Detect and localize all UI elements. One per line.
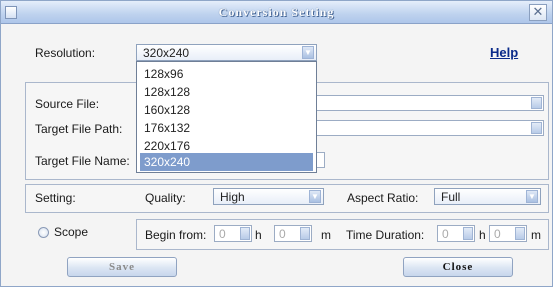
scope-radio[interactable] (38, 227, 49, 238)
window-title: Conversion Setting (218, 5, 335, 19)
begin-minutes-stepper[interactable]: 0 (274, 225, 312, 242)
aspect-ratio-select[interactable]: Full ▼ (434, 188, 541, 205)
duration-hours-value: 0 (442, 227, 449, 241)
browse-target-icon[interactable] (531, 122, 542, 134)
close-button[interactable]: Close (403, 257, 513, 277)
duration-minutes-value: 0 (494, 227, 501, 241)
resolution-option[interactable]: 128x128 (140, 83, 313, 101)
close-icon[interactable]: ✕ (529, 4, 547, 21)
resolution-option-selected[interactable]: 320x240 (140, 153, 313, 171)
title-bar[interactable]: Conversion Setting ✕ (1, 1, 552, 24)
source-file-label: Source File: (35, 97, 100, 111)
chevron-down-icon[interactable]: ▼ (526, 190, 538, 203)
begin-hours-stepper[interactable]: 0 (214, 225, 252, 242)
begin-minutes-value: 0 (279, 227, 286, 241)
duration-hours-stepper[interactable]: 0 (437, 225, 475, 242)
aspect-ratio-value: Full (441, 190, 461, 204)
duration-minutes-unit: m (531, 228, 541, 242)
resolution-select[interactable]: 320x240 ▼ (136, 44, 317, 61)
resolution-dropdown-list: 128x96 128x128 160x128 176x132 220x176 3… (136, 61, 317, 173)
duration-minutes-stepper[interactable]: 0 (489, 225, 527, 242)
quality-value: High (220, 190, 245, 204)
scope-label: Scope (54, 225, 89, 239)
setting-label: Setting: (35, 191, 76, 205)
begin-minutes-unit: m (321, 228, 331, 242)
begin-hours-unit: h (255, 228, 262, 242)
resolution-option[interactable]: 128x96 (140, 65, 313, 83)
duration-hours-unit: h (479, 228, 486, 242)
stepper-arrows-icon[interactable] (240, 227, 250, 240)
stepper-arrows-icon[interactable] (515, 227, 525, 240)
chevron-down-icon[interactable]: ▼ (309, 190, 321, 203)
target-name-label: Target File Name: (35, 154, 130, 168)
time-duration-label: Time Duration: (346, 228, 425, 242)
begin-from-label: Begin from: (145, 228, 207, 242)
begin-hours-value: 0 (219, 227, 226, 241)
browse-source-icon[interactable] (531, 97, 542, 109)
resolution-option[interactable]: 160x128 (140, 101, 313, 119)
resolution-selected-value: 320x240 (143, 46, 190, 60)
quality-select[interactable]: High ▼ (213, 188, 324, 205)
target-path-label: Target File Path: (35, 122, 123, 136)
chevron-down-icon[interactable]: ▼ (302, 46, 314, 59)
conversion-setting-dialog: Conversion Setting ✕ Resolution: 320x240… (0, 0, 553, 287)
save-button[interactable]: Save (67, 257, 177, 277)
help-link[interactable]: Help (490, 45, 518, 60)
aspect-ratio-label: Aspect Ratio: (347, 191, 419, 205)
resolution-option[interactable]: 176x132 (140, 119, 313, 137)
quality-label: Quality: (145, 191, 186, 205)
resolution-label: Resolution: (35, 46, 96, 60)
stepper-arrows-icon[interactable] (463, 227, 473, 240)
stepper-arrows-icon[interactable] (300, 227, 310, 240)
